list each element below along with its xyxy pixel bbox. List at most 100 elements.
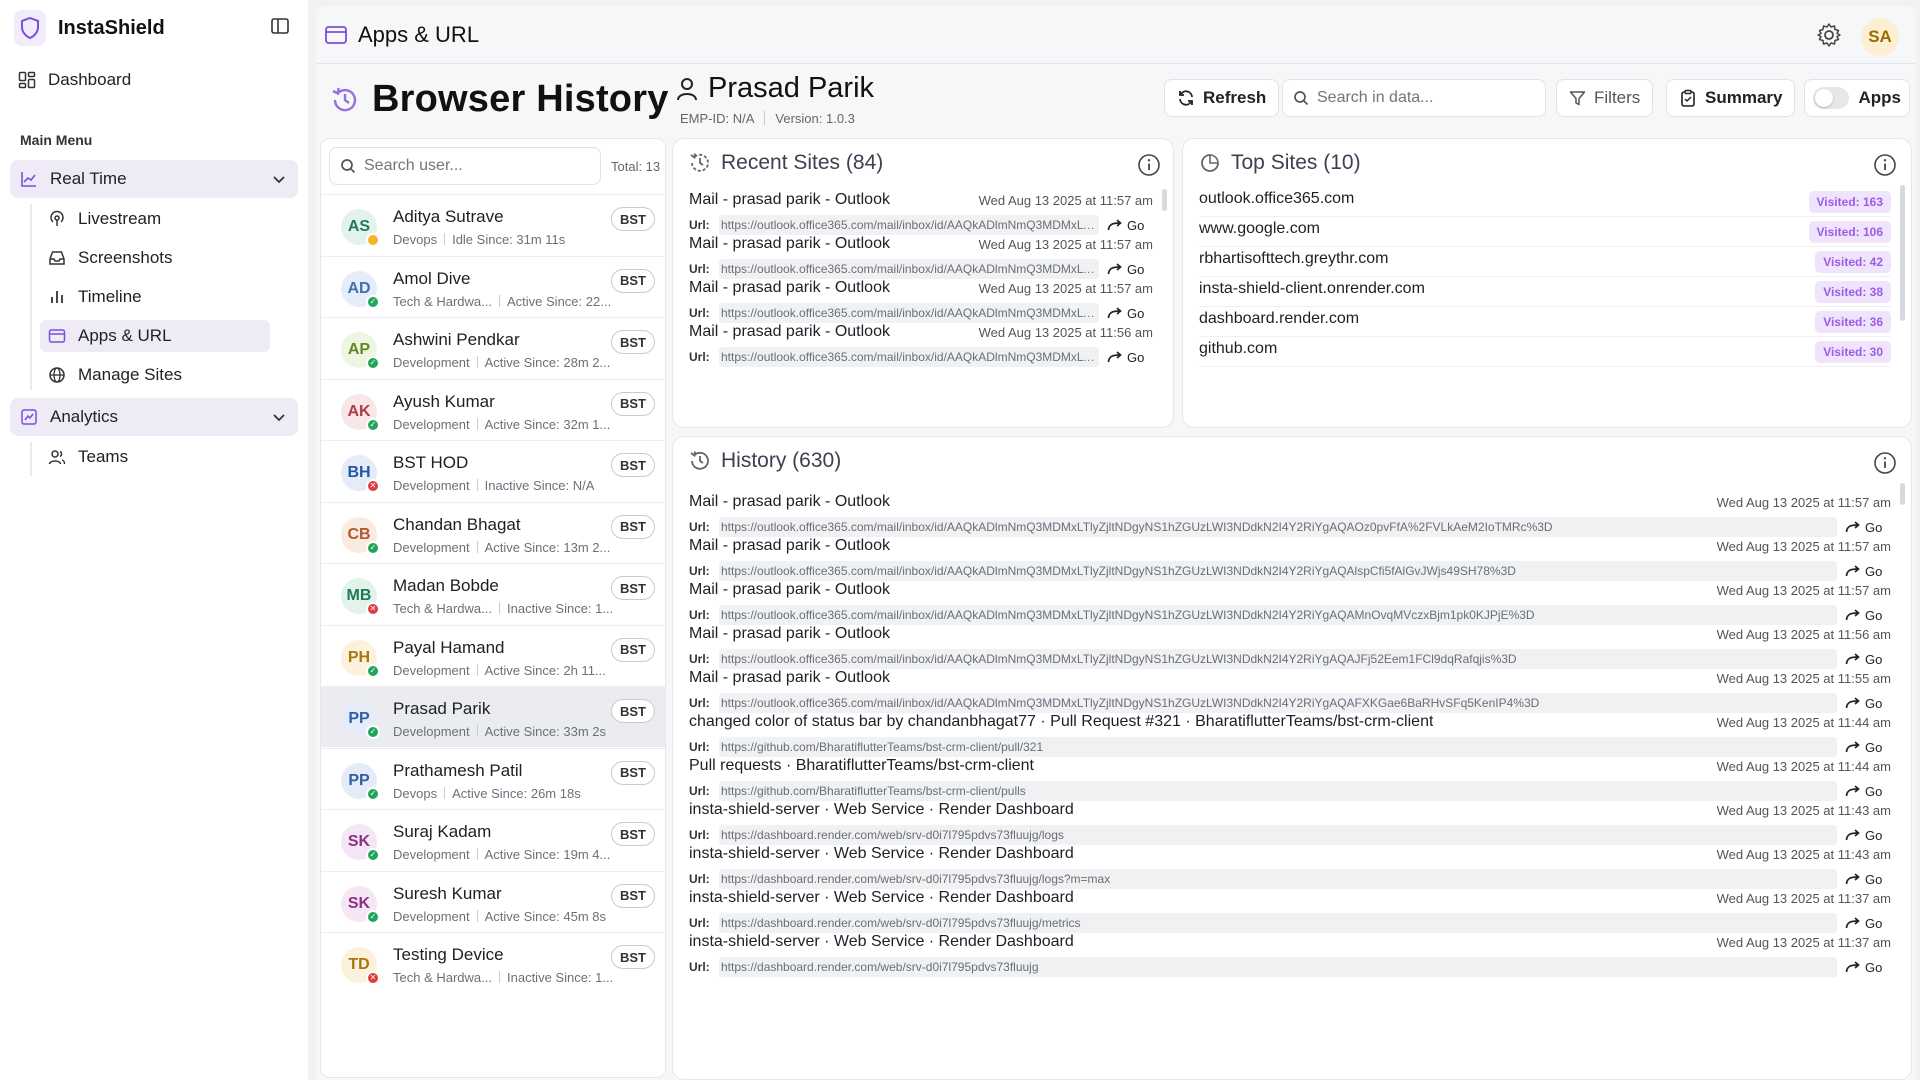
divider <box>476 909 478 922</box>
top-site-row[interactable]: dashboard.render.com Visited: 36 <box>1199 307 1891 337</box>
sidebar-item-manage-sites[interactable]: Manage Sites <box>40 359 270 391</box>
scrollbar[interactable] <box>1162 189 1167 211</box>
user-list-item[interactable]: PH ✓ Payal Hamand Development Active Since: … <box>321 624 665 686</box>
avatar: CB ✓ <box>341 516 380 555</box>
sidebar-item-screenshots[interactable]: Screenshots <box>40 242 270 274</box>
user-name: Suresh Kumar <box>393 883 502 903</box>
site-url[interactable]: https://dashboard.render.com/web/srv-d0i… <box>719 825 1837 845</box>
sidebar-item-apps-url[interactable]: Apps & URL <box>40 320 270 352</box>
site-url[interactable]: https://dashboard.render.com/web/srv-d0i… <box>719 913 1837 933</box>
go-button[interactable]: Go <box>1845 608 1891 623</box>
user-meta: Development Active Since: 32m 1... <box>393 417 623 432</box>
go-button[interactable]: Go <box>1107 262 1153 277</box>
site-url[interactable]: https://dashboard.render.com/web/srv-d0i… <box>719 957 1837 977</box>
user-avatar[interactable]: SA <box>1861 18 1899 56</box>
site-url[interactable]: https://dashboard.render.com/web/srv-d0i… <box>719 869 1837 889</box>
data-search-input[interactable] <box>1317 89 1545 107</box>
user-list-item[interactable]: MB ✕ Madan Bobde Tech & Hardwa... Inactive S… <box>321 563 665 624</box>
apps-switch[interactable] <box>1813 87 1849 109</box>
go-button[interactable]: Go <box>1845 872 1891 887</box>
site-url[interactable]: https://outlook.office365.com/mail/inbox… <box>719 303 1099 323</box>
sidebar-group-real-time[interactable]: Real Time <box>10 160 298 198</box>
info-icon[interactable] <box>1873 153 1897 177</box>
go-button[interactable]: Go <box>1107 350 1153 365</box>
divider <box>476 848 478 860</box>
site-url-row: Url: https://dashboard.render.com/web/srv… <box>689 957 1891 977</box>
status-inactive-icon: ✕ <box>366 971 380 985</box>
apps-toggle[interactable]: Apps <box>1804 79 1910 117</box>
site-url[interactable]: https://outlook.office365.com/mail/inbox… <box>719 605 1837 625</box>
site-url[interactable]: https://outlook.office365.com/mail/inbox… <box>719 517 1837 537</box>
user-list-item[interactable]: AD ✓ Amol Dive Tech & Hardwa... Active Since… <box>321 255 665 317</box>
go-button[interactable]: Go <box>1845 520 1891 535</box>
go-button[interactable]: Go <box>1845 564 1891 579</box>
user-name: Prathamesh Patil <box>393 760 523 780</box>
user-list-item[interactable]: TD ✕ Testing Device Tech & Hardwa... Inactiv… <box>321 932 665 993</box>
top-site-row[interactable]: www.google.com Visited: 106 <box>1199 217 1891 247</box>
info-icon[interactable] <box>1137 153 1161 177</box>
site-timestamp: Wed Aug 13 2025 at 11:57 am <box>1716 539 1891 554</box>
user-list-item[interactable]: AP ✓ Ashwini Pendkar Development Active Sinc… <box>321 317 665 378</box>
site-url[interactable]: https://outlook.office365.com/mail/inbox… <box>719 259 1099 279</box>
top-site-row[interactable]: github.com Visited: 30 <box>1199 337 1891 367</box>
org-badge: BST <box>611 822 655 846</box>
site-url[interactable]: https://outlook.office365.com/mail/inbox… <box>719 693 1837 713</box>
sidebar-item-dashboard[interactable]: Dashboard <box>18 70 131 90</box>
sidebar-group-analytics[interactable]: Analytics <box>10 398 298 436</box>
go-button[interactable]: Go <box>1845 784 1891 799</box>
page-title: Browser History <box>330 78 669 121</box>
site-url[interactable]: https://github.com/BharatiflutterTeams/b… <box>719 781 1837 801</box>
summary-button[interactable]: Summary <box>1666 79 1796 117</box>
user-list-item[interactable]: CB ✓ Chandan Bhagat Development Active Since… <box>321 501 665 563</box>
divider <box>499 602 500 614</box>
scrollbar[interactable] <box>1900 185 1905 321</box>
go-button[interactable]: Go <box>1845 696 1891 711</box>
brand[interactable]: InstaShield <box>14 10 165 46</box>
divider <box>499 294 500 307</box>
user-list-item[interactable]: SK ✓ Suresh Kumar Development Active Since: … <box>321 870 665 932</box>
user-list-item[interactable]: PP ✓ Prathamesh Patil Devops Active Since: 2… <box>321 747 665 809</box>
user-list-item[interactable]: SK ✓ Suraj Kadam Development Active Since: 1… <box>321 809 665 870</box>
sidebar-item-teams[interactable]: Teams <box>40 441 270 473</box>
info-icon[interactable] <box>1873 451 1897 475</box>
sidebar-item-timeline[interactable]: Timeline <box>40 281 270 313</box>
go-button[interactable]: Go <box>1845 828 1891 843</box>
sidebar-item-livestream[interactable]: Livestream <box>40 203 270 235</box>
inbox-icon <box>48 249 66 267</box>
user-list-item[interactable]: AS Aditya Sutrave Devops Idle Since: 31m 11… <box>321 194 665 255</box>
data-search-field[interactable] <box>1282 79 1546 117</box>
chevron-down-icon <box>272 172 286 186</box>
refresh-label: Refresh <box>1203 88 1267 107</box>
go-button[interactable]: Go <box>1107 306 1153 321</box>
site-url[interactable]: https://github.com/BharatiflutterTeams/b… <box>719 737 1837 757</box>
user-status-text: Active Since: 33m 2s <box>484 724 606 739</box>
site-url[interactable]: https://outlook.office365.com/mail/inbox… <box>719 215 1099 235</box>
refresh-button[interactable]: Refresh <box>1164 79 1280 117</box>
site-url[interactable]: https://outlook.office365.com/mail/inbox… <box>719 347 1099 367</box>
go-button[interactable]: Go <box>1845 960 1891 975</box>
go-button[interactable]: Go <box>1845 652 1891 667</box>
user-list-item[interactable]: BH ✕ BST HOD Development Inactive Since: N/A… <box>321 440 665 501</box>
top-site-row[interactable]: rbhartisofttech.greythr.com Visited: 42 <box>1199 247 1891 277</box>
sidebar-group-label: Analytics <box>50 407 119 426</box>
site-url[interactable]: https://outlook.office365.com/mail/inbox… <box>719 561 1837 581</box>
site-url[interactable]: https://outlook.office365.com/mail/inbox… <box>719 649 1837 669</box>
go-button[interactable]: Go <box>1845 740 1891 755</box>
filters-button[interactable]: Filters <box>1556 79 1654 117</box>
sidebar-item-label: Teams <box>78 447 129 466</box>
user-search-field[interactable] <box>329 147 601 185</box>
gear-icon[interactable] <box>1816 22 1842 48</box>
user-status-text: Active Since: 28m 2... <box>484 355 611 370</box>
user-list-item[interactable]: AK ✓ Ayush Kumar Development Active Since: 3… <box>321 378 665 440</box>
scrollbar[interactable] <box>1900 483 1905 505</box>
go-button[interactable]: Go <box>1845 916 1891 931</box>
user-list-item[interactable]: PP ✓ Prasad Parik Development Active Since: … <box>321 686 665 747</box>
go-button[interactable]: Go <box>1107 218 1153 233</box>
sidebar-toggle-icon[interactable] <box>270 16 294 40</box>
top-site-row[interactable]: outlook.office365.com Visited: 163 <box>1199 187 1891 217</box>
top-site-row[interactable]: insta-shield-client.onrender.com Visited:… <box>1199 277 1891 307</box>
user-search-input[interactable] <box>364 157 600 175</box>
site-title: Mail - prasad parik - Outlook <box>689 191 890 208</box>
user-status-text: Active Since: 32m 1... <box>484 416 611 432</box>
site-title: insta-shield-server · Web Service · Rend… <box>689 933 1074 950</box>
